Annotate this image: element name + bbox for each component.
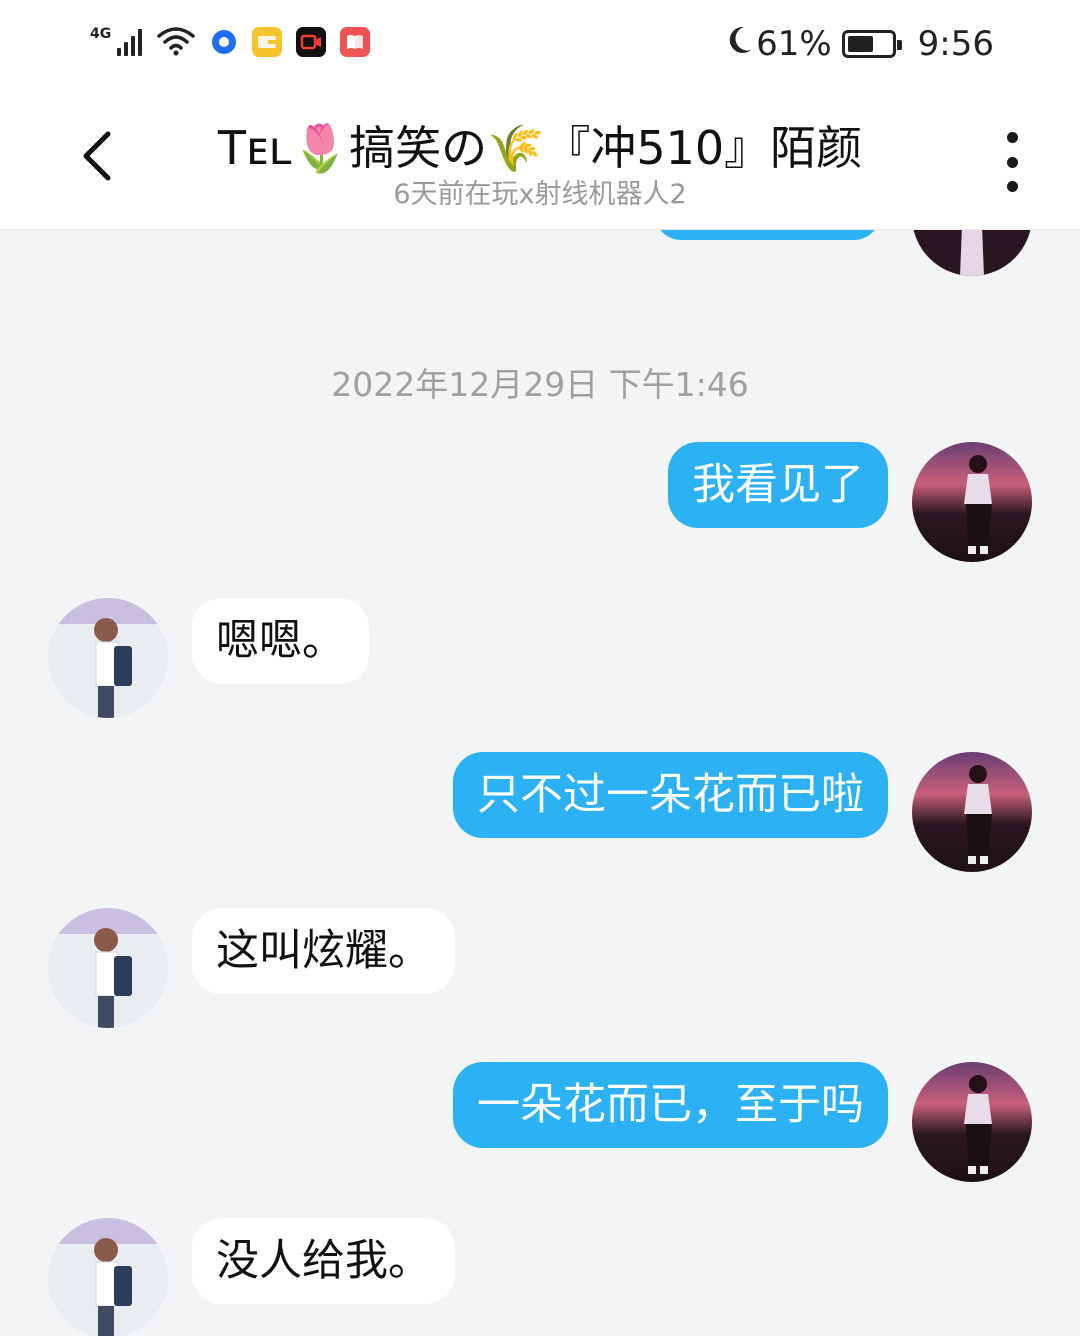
- more-options-button[interactable]: [1000, 132, 1024, 192]
- wifi-icon: [156, 24, 196, 60]
- chevron-left-icon: [83, 131, 111, 181]
- yellow-wallet-app-icon: [252, 27, 283, 57]
- my-avatar[interactable]: [912, 752, 1032, 872]
- black-video-app-icon: [296, 27, 327, 57]
- battery-level: [847, 36, 874, 52]
- do-not-disturb-moon-icon: [724, 24, 754, 65]
- red-book-app-icon: [340, 27, 371, 57]
- clock: 9:56: [917, 24, 994, 64]
- contact-avatar[interactable]: [48, 598, 168, 718]
- previous-message-bubble[interactable]: [655, 230, 880, 240]
- status-right: 61% 9:56: [724, 22, 994, 66]
- blue-circle-app-icon: [210, 28, 239, 56]
- chat-header: Tᴇʟ🌷搞笑の🌾『冲510』陌颜 6天前在玩x射线机器人2: [0, 88, 1080, 230]
- message-bubble-sent[interactable]: 一朵花而已，至于吗: [453, 1062, 888, 1148]
- message-bubble-received[interactable]: 没人给我。: [192, 1218, 455, 1304]
- status-left: 4G: [90, 22, 371, 62]
- battery-percent: 61%: [756, 24, 832, 64]
- my-avatar[interactable]: [912, 1062, 1032, 1182]
- message-bubble-received[interactable]: 这叫炫耀。: [192, 908, 455, 994]
- message-bubble-received[interactable]: 嗯嗯。: [192, 598, 369, 684]
- back-button[interactable]: [70, 126, 130, 186]
- my-avatar[interactable]: [912, 442, 1032, 562]
- chat-area[interactable]: 2022年12月29日 下午1:46 我看见了 嗯嗯。 只不过一朵花而已啦 这叫…: [0, 230, 1080, 1336]
- more-dot: [1006, 181, 1018, 192]
- status-bar: 4G 61% 9:56: [0, 0, 1080, 88]
- signal-icon: [117, 28, 143, 56]
- battery-icon: [841, 30, 902, 58]
- contact-avatar[interactable]: [48, 908, 168, 1028]
- message-timestamp: 2022年12月29日 下午1:46: [331, 365, 749, 404]
- contact-name[interactable]: Tᴇʟ🌷搞笑の🌾『冲510』陌颜: [140, 112, 940, 178]
- contact-activity-status: 6天前在玩x射线机器人2: [393, 179, 687, 210]
- contact-avatar[interactable]: [48, 1218, 168, 1336]
- more-dot: [1006, 132, 1018, 143]
- message-bubble-sent[interactable]: 只不过一朵花而已啦: [453, 752, 888, 838]
- my-avatar[interactable]: [912, 230, 1032, 276]
- message-bubble-sent[interactable]: 我看见了: [668, 442, 888, 528]
- network-type-label: 4G: [90, 26, 112, 42]
- more-dot: [1006, 156, 1018, 168]
